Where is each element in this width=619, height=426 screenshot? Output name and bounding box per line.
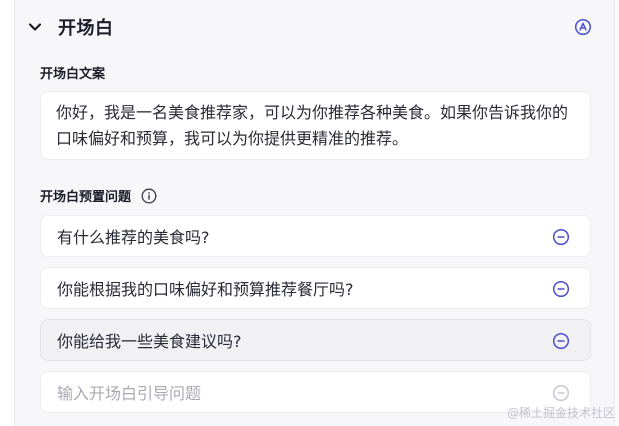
preset-question-row[interactable]: 有什么推荐的美食吗?	[40, 215, 591, 257]
remove-circle-icon-disabled	[552, 384, 570, 402]
preset-questions-label-text: 开场白预置问题	[40, 190, 132, 205]
section-header[interactable]: 开场白	[26, 12, 596, 42]
preset-question-text: 你能给我一些美食建议吗?	[57, 332, 242, 351]
preset-question-text: 你能根据我的口味偏好和预算推荐餐厅吗?	[57, 280, 354, 299]
preset-question-text: 有什么推荐的美食吗?	[57, 228, 210, 247]
preset-question-row[interactable]: 你能给我一些美食建议吗?	[40, 319, 591, 361]
new-question-placeholder: 输入开场白引导问题	[57, 384, 202, 403]
ai-circle-icon[interactable]	[574, 18, 592, 36]
section-title: 开场白	[58, 18, 114, 39]
preset-question-row[interactable]: 你能根据我的口味偏好和预算推荐餐厅吗?	[40, 267, 591, 309]
opening-copy-label: 开场白文案	[40, 67, 106, 82]
chevron-down-icon[interactable]	[26, 18, 44, 36]
remove-circle-icon[interactable]	[552, 280, 570, 298]
remove-circle-icon[interactable]	[552, 332, 570, 350]
watermark: @稀土掘金技术社区	[506, 406, 615, 420]
opening-copy-textarea[interactable]: 你好，我是一名美食推荐家，可以为你推荐各种美食。如果你告诉我你的口味偏好和预算，…	[40, 91, 591, 160]
remove-circle-icon[interactable]	[552, 228, 570, 246]
preset-questions-label: 开场白预置问题	[40, 186, 157, 205]
info-icon[interactable]	[141, 188, 157, 204]
